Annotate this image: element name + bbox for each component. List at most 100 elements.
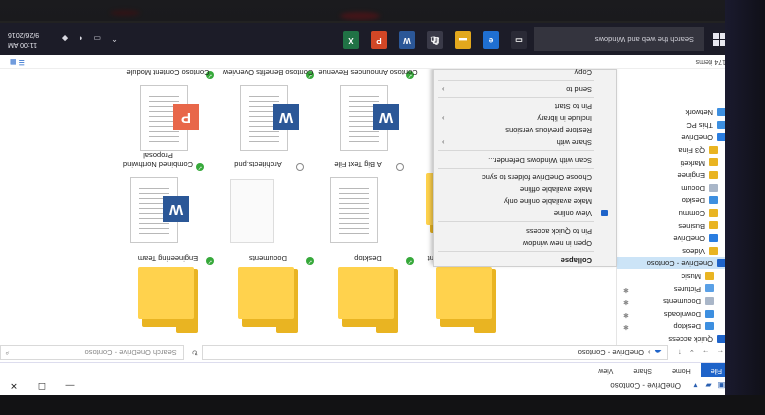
system-tray-icons[interactable]: ⌃ ▭ ◖ ◆ <box>58 34 118 43</box>
folder-icon <box>138 267 194 319</box>
back-arrow-icon[interactable]: ← <box>717 349 725 358</box>
windows-start-icon[interactable] <box>712 32 726 46</box>
menu-item[interactable]: Share with › <box>434 136 616 148</box>
taskbar-search[interactable]: Search the web and Windows <box>534 27 704 51</box>
menu-item[interactable]: Make available online only <box>434 195 616 207</box>
view-mode-icons[interactable]: ☰ ▦ <box>10 54 25 68</box>
text-line <box>349 136 379 137</box>
text-line <box>339 203 369 204</box>
recent-locations-icon[interactable]: ⌄ <box>689 349 695 358</box>
folder-tile[interactable]: ✓ Engineering Team <box>118 235 218 343</box>
nav-item[interactable]: Network <box>617 106 732 119</box>
nav-item-label: Music <box>681 272 701 282</box>
nav-item-label: OneDrive <box>681 133 713 143</box>
excel-icon[interactable]: X <box>343 31 359 49</box>
nav-item[interactable]: OneDrive <box>617 232 732 245</box>
nav-item[interactable]: Busines <box>617 219 732 232</box>
nav-item[interactable]: Docum <box>617 181 732 194</box>
menu-item-label: Scan with Windows Defender... <box>488 155 592 165</box>
new-folder-icon[interactable]: ▰ <box>704 382 713 391</box>
address-bar[interactable]: ☁ › OneDrive - Contoso <box>202 345 668 361</box>
menu-item[interactable]: Collapse <box>434 254 616 266</box>
word-thumbnail: W <box>128 173 189 245</box>
file-explorer-icon[interactable]: ▬ <box>455 31 471 49</box>
text-line <box>349 141 379 142</box>
close-button[interactable]: ✕ <box>0 377 28 395</box>
file-tile[interactable]: Architects.pnd <box>208 141 308 249</box>
nav-item-label: Documents <box>663 297 701 307</box>
menu-item-label: Restore previous versions <box>505 126 592 136</box>
search-input[interactable]: Search OneDrive - Contoso ⌕ <box>0 345 184 361</box>
clock[interactable]: 11:00 AM 9/26/2016 <box>8 29 39 49</box>
onedrive-icon <box>601 210 608 217</box>
menu-item[interactable]: Pin to Start <box>434 100 616 112</box>
menu-item[interactable]: View online <box>434 207 616 219</box>
task-view-icon[interactable]: ▭ <box>511 31 527 49</box>
folder-tile[interactable]: ✓ Desktop <box>318 235 418 343</box>
file-tile[interactable]: W ✓ Combined Northwind Proposal <box>108 141 208 249</box>
refresh-icon[interactable]: ↻ <box>192 349 198 358</box>
tab-share[interactable]: Share <box>623 363 662 377</box>
nav-item-label: Q3 Fina <box>678 146 705 156</box>
nav-item[interactable]: This PC <box>617 118 732 131</box>
document-page: P <box>140 85 199 151</box>
file-tile[interactable]: A Big Text File <box>308 141 408 249</box>
nav-item[interactable]: OneDrive <box>617 131 732 144</box>
store-icon[interactable]: 🛍 <box>427 31 443 49</box>
menu-item[interactable]: Pin to Quick access <box>434 224 616 236</box>
nav-item[interactable]: Deskto <box>617 194 732 207</box>
nav-item[interactable]: Q3 Fina <box>617 144 732 157</box>
text-thumbnail <box>328 173 388 245</box>
nav-item[interactable]: Marketi <box>617 156 732 169</box>
tab-home[interactable]: Home <box>662 363 701 377</box>
maximize-button[interactable]: ☐ <box>28 377 56 395</box>
powerpoint-icon: P <box>173 104 199 130</box>
nav-item[interactable]: Videos <box>617 244 732 257</box>
menu-item[interactable]: Choose OneDrive folders to sync <box>434 171 616 183</box>
text-line <box>339 198 369 199</box>
nav-item[interactable]: Enginee <box>617 169 732 182</box>
tab-view[interactable]: View <box>588 363 623 377</box>
window-title-bar: ▣ ▰ ▾ OneDrive - Contoso — ☐ ✕ <box>0 377 732 395</box>
forward-arrow-icon[interactable]: → <box>702 349 710 358</box>
menu-item-label: Open in new window <box>522 238 592 248</box>
screen-glare <box>340 12 380 20</box>
menu-separator <box>438 150 594 152</box>
clock-date: 9/26/2016 <box>8 31 40 38</box>
menu-item[interactable]: Restore previous versions <box>434 124 616 136</box>
text-line <box>249 141 279 142</box>
nav-item[interactable]: Music <box>617 269 732 282</box>
nav-item[interactable]: Quick access <box>617 332 732 345</box>
pin-icon: ✱ <box>623 298 629 306</box>
powerpoint-icon[interactable]: P <box>371 31 387 49</box>
word-icon[interactable]: W <box>399 31 415 49</box>
folder-icon <box>709 246 718 255</box>
nav-item[interactable]: Desktop ✱ <box>617 320 732 333</box>
menu-item[interactable]: Open in new window <box>434 237 616 249</box>
text-line <box>149 101 179 102</box>
folder-tile[interactable]: ✓ Documents <box>218 235 318 343</box>
clock-time: 11:00 AM <box>8 41 38 48</box>
up-arrow-icon[interactable]: ↑ <box>678 349 682 358</box>
folder-icon <box>709 208 718 217</box>
nav-item[interactable]: Pictures ✱ <box>617 282 732 295</box>
menu-item[interactable]: Send to › <box>434 83 616 95</box>
nav-item[interactable]: OneDrive - Contoso <box>617 256 732 270</box>
nav-item[interactable]: Commu <box>617 206 732 219</box>
edge-icon[interactable]: e <box>483 31 499 49</box>
menu-item[interactable]: Make available offline <box>434 183 616 195</box>
file-name: Desktop <box>354 254 382 263</box>
nav-item-label: Busines <box>678 221 705 231</box>
nav-item[interactable]: Downloads ✱ <box>617 307 732 320</box>
nav-item[interactable]: Documents ✱ <box>617 295 732 308</box>
text-line <box>139 193 169 194</box>
screen-glare <box>110 10 140 16</box>
chevron-down-icon[interactable]: ▾ <box>691 382 700 391</box>
folder-icon <box>709 170 718 179</box>
folder-icon <box>709 158 718 167</box>
menu-item[interactable]: Include in library › <box>434 112 616 124</box>
submenu-arrow-icon: › <box>442 84 445 94</box>
menu-item[interactable]: Scan with Windows Defender... <box>434 154 616 166</box>
minimize-button[interactable]: — <box>56 377 84 395</box>
breadcrumb[interactable]: OneDrive - Contoso <box>578 349 644 358</box>
